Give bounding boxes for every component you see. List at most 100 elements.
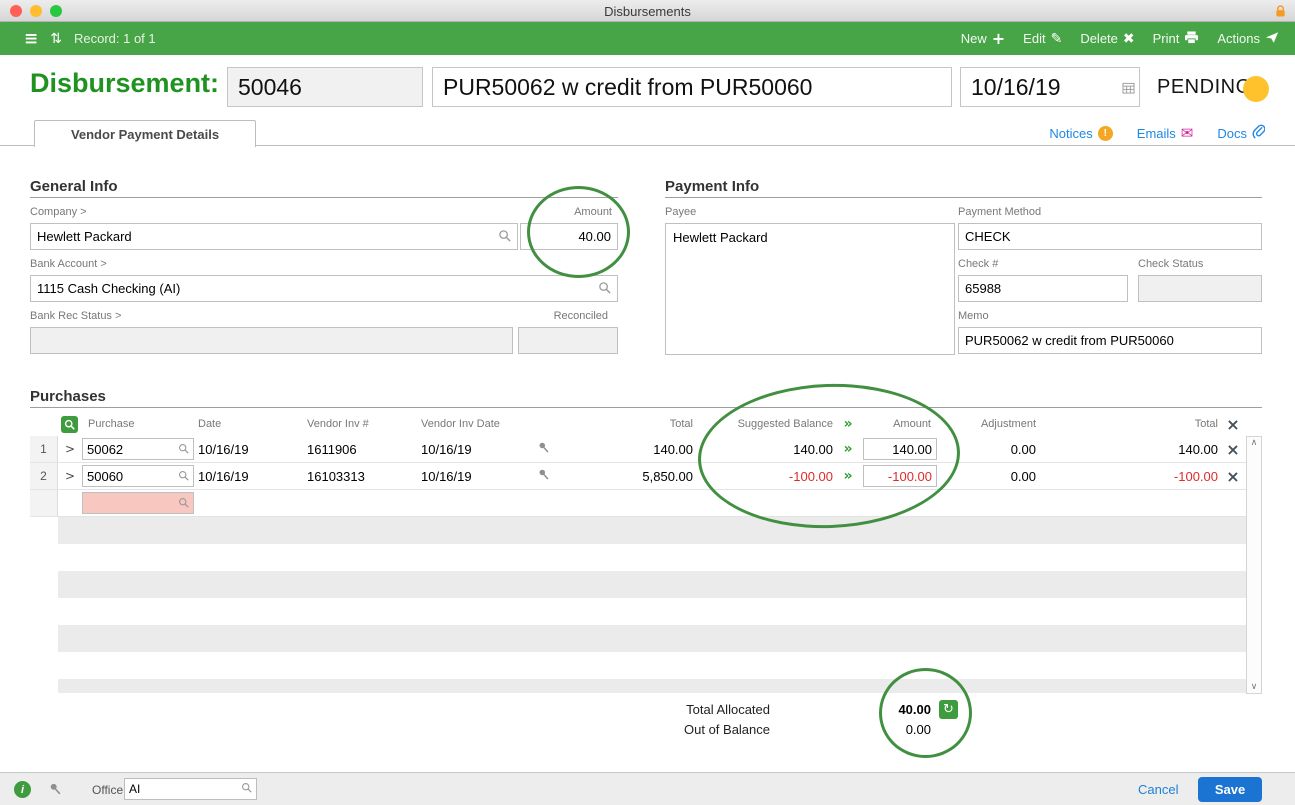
purchases-search-button[interactable] <box>61 416 78 433</box>
vendor-inv-number: 1611906 <box>307 441 357 457</box>
office-field[interactable]: AI <box>124 778 257 800</box>
status-indicator-dot <box>1243 76 1269 102</box>
menu-icon[interactable]: ≡ <box>24 29 38 49</box>
info-icon[interactable]: i <box>14 781 31 798</box>
purchases-heading: Purchases <box>30 388 106 405</box>
check-status-field[interactable] <box>1138 275 1262 302</box>
bank-rec-status-label: Bank Rec Status > <box>30 310 122 322</box>
row-number: 1 <box>30 436 58 462</box>
purchase-field[interactable]: 50060 <box>82 465 194 487</box>
search-icon[interactable] <box>598 281 611 297</box>
amount-input[interactable]: -100.00 <box>863 465 937 487</box>
reconciled-field[interactable] <box>518 327 618 354</box>
search-icon[interactable] <box>241 782 252 796</box>
purchase-value: 50062 <box>87 441 124 457</box>
save-button[interactable]: Save <box>1198 777 1262 802</box>
bank-rec-status-field[interactable] <box>30 327 513 354</box>
purchase-value: 50060 <box>87 468 124 484</box>
edit-button[interactable]: Edit ✎ <box>1023 31 1062 47</box>
search-icon[interactable] <box>498 229 511 245</box>
suggested-balance: 140.00 <box>793 441 833 457</box>
notices-label: Notices <box>1049 125 1093 141</box>
amount-value: 40.00 <box>578 229 611 244</box>
col-row-total: Total <box>1194 418 1218 430</box>
purchase-date: 10/16/19 <box>198 468 249 484</box>
company-field[interactable]: Hewlett Packard <box>30 223 518 250</box>
delete-button[interactable]: Delete ✖ <box>1080 31 1134 47</box>
calendar-icon[interactable] <box>1122 73 1135 100</box>
description-value: PUR50062 w credit from PUR50060 <box>443 73 813 100</box>
bank-account-value: 1115 Cash Checking (AI) <box>37 281 181 296</box>
vendor-inv-number: 16103313 <box>307 468 365 484</box>
open-record-chevron[interactable]: > <box>65 469 75 483</box>
description-field[interactable]: PUR50062 w credit from PUR50060 <box>432 67 952 107</box>
lock-icon <box>1275 4 1286 23</box>
col-amount: Amount <box>893 418 931 430</box>
new-entry-row <box>30 490 1246 517</box>
delete-button-label: Delete <box>1080 31 1118 46</box>
scroll-down-icon[interactable]: ∨ <box>1247 682 1261 692</box>
total-allocated-label: Total Allocated <box>686 702 770 717</box>
col-suggested-balance: Suggested Balance <box>737 418 833 430</box>
docs-link[interactable]: Docs <box>1217 124 1266 142</box>
print-button[interactable]: Print <box>1153 30 1200 47</box>
open-record-chevron[interactable]: > <box>65 442 75 456</box>
adjustment-value: 0.00 <box>1010 468 1036 484</box>
apply-all-suggested-icon[interactable]: » <box>843 416 852 432</box>
check-number-field[interactable]: 65988 <box>958 275 1128 302</box>
date-field[interactable]: 10/16/19 <box>960 67 1140 107</box>
purchase-field[interactable]: 50062 <box>82 438 194 460</box>
empty-row <box>58 625 1246 652</box>
scroll-up-icon[interactable]: ∧ <box>1247 438 1261 448</box>
suggested-balance: -100.00 <box>788 468 833 484</box>
edit-button-label: Edit <box>1023 31 1046 46</box>
clear-all-icon[interactable]: × <box>1226 415 1239 434</box>
out-of-balance-label: Out of Balance <box>684 722 770 737</box>
search-icon[interactable] <box>178 469 189 484</box>
memo-field[interactable]: PUR50062 w credit from PUR50060 <box>958 327 1262 354</box>
notices-link[interactable]: Notices ! <box>1049 125 1113 141</box>
vendor-inv-date: 10/16/19 <box>421 441 472 457</box>
search-icon[interactable] <box>178 496 189 511</box>
check-number-label: Check # <box>958 258 999 270</box>
disbursement-number-field[interactable]: 50046 <box>227 67 423 107</box>
purchases-divider <box>30 407 1262 408</box>
apply-suggested-icon[interactable]: » <box>843 468 852 484</box>
col-purchase: Purchase <box>88 418 135 430</box>
bank-account-field[interactable]: 1115 Cash Checking (AI) <box>30 275 618 302</box>
tab-vendor-payment-details[interactable]: Vendor Payment Details <box>34 120 256 147</box>
cancel-button[interactable]: Cancel <box>1138 782 1178 797</box>
footer-bar: i Office AI Cancel Save <box>0 772 1295 805</box>
search-icon[interactable] <box>178 442 189 457</box>
company-value: Hewlett Packard <box>37 229 132 244</box>
actions-button[interactable]: Actions <box>1217 31 1279 47</box>
new-purchase-field[interactable] <box>82 492 194 514</box>
payee-field[interactable]: Hewlett Packard <box>665 223 955 355</box>
new-button[interactable]: New + <box>961 29 1005 48</box>
col-total: Total <box>669 418 693 430</box>
payment-method-label: Payment Method <box>958 206 1042 218</box>
emails-link[interactable]: Emails ✉ <box>1137 124 1194 142</box>
pencil-icon: ✎ <box>1050 30 1063 47</box>
vendor-inv-date: 10/16/19 <box>421 468 472 484</box>
table-scrollbar[interactable]: ∧ ∨ <box>1246 436 1262 694</box>
recalculate-button[interactable]: ↻ <box>939 700 958 719</box>
col-vendor-inv-date: Vendor Inv Date <box>421 418 500 430</box>
date-value: 10/16/19 <box>971 73 1061 100</box>
remove-row-icon[interactable]: × <box>1226 467 1239 486</box>
payment-method-field[interactable]: CHECK <box>958 223 1262 250</box>
apply-suggested-icon[interactable]: » <box>843 441 852 457</box>
payee-value: Hewlett Packard <box>673 230 768 245</box>
payment-info-divider <box>665 197 1262 198</box>
titlebar: Disbursements <box>0 0 1295 22</box>
adjustment-value: 0.00 <box>1010 441 1036 457</box>
pin-icon[interactable] <box>537 441 550 457</box>
amount-input[interactable]: 140.00 <box>863 438 937 460</box>
amount-label: Amount <box>574 206 612 218</box>
pin-icon[interactable] <box>537 468 550 484</box>
remove-row-icon[interactable]: × <box>1226 440 1239 459</box>
amount-field[interactable]: 40.00 <box>520 223 618 250</box>
record-stepper-icon[interactable]: ⇅ <box>50 31 62 47</box>
reconciled-label: Reconciled <box>553 310 608 322</box>
pin-icon[interactable] <box>48 782 62 801</box>
